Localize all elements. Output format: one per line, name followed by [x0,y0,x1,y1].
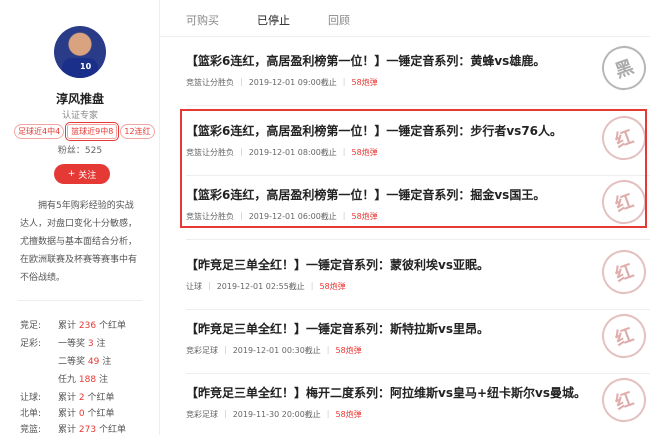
tab-available[interactable]: 可购买 [186,12,219,28]
stat-suffix: 注 [98,375,108,385]
plan-type: 竞彩足球 [186,410,218,419]
tab-divider [160,36,650,37]
stat-suffix: 注 [96,339,106,349]
plan-price: 58炮弹 [335,346,362,355]
result-stamp-icon: 红 [595,371,650,429]
result-stamp-icon: 红 [595,243,650,301]
stat-category: 竞篮: [20,425,42,435]
stat-suffix: 个红单 [98,321,126,331]
expert-sidebar: 10 淳风推盘 认证专家 足球近4中4 篮球近9中8 12连红 粉丝：525 +… [0,0,160,435]
stat-suffix: 注 [102,357,112,367]
stat-number: 236 [78,321,97,331]
plan-meta: 竞彩足球 | 2019-12-01 00:30截止 | 58炮弹 [186,345,362,355]
stat-number: 188 [78,375,97,385]
stat-prefix: 任九 [58,375,77,385]
plan-deadline: 2019-11-30 20:00截止 [232,410,321,419]
expert-bio: 拥有5年购彩经验的实战达人，对盘口变化十分敏感，尤擅数据与基本面结合分析，在欧洲… [20,201,138,283]
stat-prefix: 累计 [58,321,77,331]
stat-category: 让球: [20,393,42,403]
stat-category: 足彩: [20,339,42,349]
stat-prefix: 累计 [58,409,77,419]
stat-prefix: 一等奖 [58,339,86,349]
plan-title[interactable]: 【昨竞足三单全红！】梅开二度系列：阿拉维斯vs皇马+纽卡斯尔vs曼城。 [186,384,586,401]
stat-category: 北单: [20,409,42,419]
stat-prefix: 二等奖 [58,357,86,367]
avatar[interactable]: 10 [54,26,106,78]
result-stamp-icon: 红 [595,307,650,365]
plan-deadline: 2019-12-01 09:00截止 [248,78,337,87]
plan-type: 竞篮让分胜负 [186,78,234,87]
plan-title[interactable]: 【昨竞足三单全红！】一锤定音系列：斯特拉斯vs里昂。 [186,320,489,337]
certification-label: 认证专家 [61,111,98,121]
achievement-tags: 足球近4中4 篮球近9中8 12连红 [14,122,155,141]
stat-category: 竞足: [20,321,42,331]
plan-card[interactable]: 【昨竞足三单全红！】一锤定音系列：蒙彼利埃vs亚眠。 让球 | 2019-12-0… [186,243,650,310]
stat-prefix: 累计 [58,393,77,403]
follow-button[interactable]: + 关注 [54,164,110,184]
tag-basketball-record: 篮球近9中8 [65,122,120,141]
fans-label: 粉丝： [57,146,85,156]
card-divider [186,239,650,240]
stat-number: 49 [87,357,100,367]
stat-number: 3 [87,339,94,349]
plan-deadline: 2019-12-01 02:55截止 [216,282,305,291]
plan-card[interactable]: 【昨竞足三单全红！】梅开二度系列：阿拉维斯vs皇马+纽卡斯尔vs曼城。 竞彩足球… [186,371,650,435]
plan-price: 58炮弹 [351,78,378,87]
plus-icon: + [67,169,76,179]
plan-meta: 竞篮让分胜负 | 2019-12-01 09:00截止 | 58炮弹 [186,77,378,87]
plan-title[interactable]: 【昨竞足三单全红！】一锤定音系列：蒙彼利埃vs亚眠。 [186,256,489,273]
plan-title[interactable]: 【篮彩6连红，高居盈利榜第一位！】一锤定音系列：黄蜂vs雄鹿。 [186,52,545,69]
plan-type: 竞彩足球 [186,346,218,355]
tab-review[interactable]: 回顾 [328,12,350,28]
annotation-highlight-box [180,109,647,228]
sidebar-divider [18,300,142,301]
plan-deadline: 2019-12-01 00:30截止 [232,346,321,355]
plan-price: 58炮弹 [335,410,362,419]
card-divider [186,105,650,106]
follow-label: 关注 [78,170,97,181]
tag-win-streak: 12连红 [120,124,155,139]
plan-price: 58炮弹 [319,282,346,291]
avatar-number: 10 [80,62,92,71]
plan-type: 让球 [186,282,202,291]
plan-meta: 竞彩足球 | 2019-11-30 20:00截止 | 58炮弹 [186,409,362,419]
stat-number: 0 [78,409,85,419]
fans-number: 525 [84,146,103,156]
tag-football-record: 足球近4中4 [14,124,65,139]
plan-card[interactable]: 【篮彩6连红，高居盈利榜第一位！】一锤定音系列：黄蜂vs雄鹿。 竞篮让分胜负 | … [186,39,650,106]
plan-card[interactable]: 【昨竞足三单全红！】一锤定音系列：斯特拉斯vs里昂。 竞彩足球 | 2019-12… [186,307,650,374]
stat-number: 273 [78,425,97,435]
fans-count: 粉丝：525 [0,143,160,156]
plan-tabs: 可购买 已停止 回顾 [186,12,350,28]
stat-suffix: 个红单 [87,409,115,419]
stat-suffix: 个红单 [98,425,126,435]
expert-name: 淳风推盘 [55,92,104,106]
stat-suffix: 个红单 [87,393,115,403]
plan-meta: 让球 | 2019-12-01 02:55截止 | 58炮弹 [186,281,346,291]
result-stamp-icon: 黑 [595,39,650,97]
tab-stopped[interactable]: 已停止 [257,12,290,28]
stat-number: 2 [78,393,85,403]
stat-prefix: 累计 [58,425,77,435]
